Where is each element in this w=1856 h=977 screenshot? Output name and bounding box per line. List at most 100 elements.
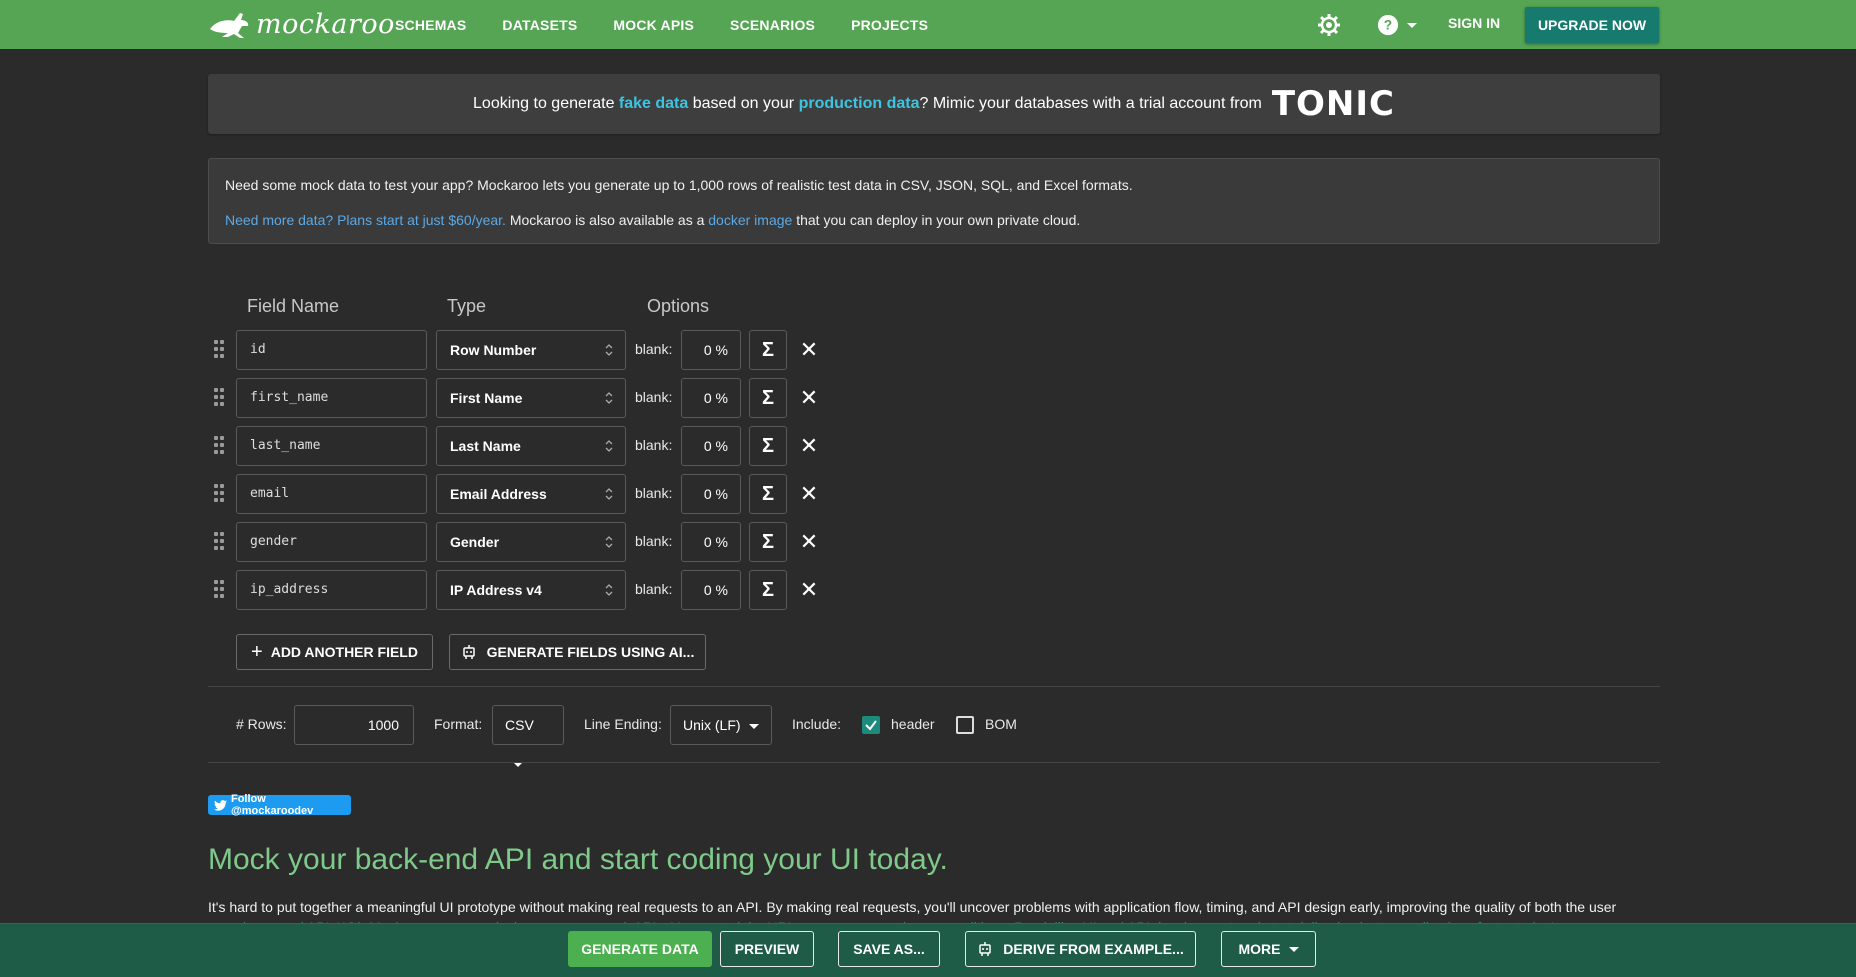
divider-top [208, 686, 1660, 687]
field-type-select[interactable]: First Name [436, 378, 626, 418]
bottom-action-bar: GENERATE DATA PREVIEW SAVE AS... DERIVE … [0, 923, 1856, 977]
blank-percent-input[interactable]: 0 % [681, 570, 741, 610]
derive-from-example-button[interactable]: DERIVE FROM EXAMPLE... [965, 931, 1196, 967]
header-label: header [891, 716, 935, 732]
generate-fields-ai-button[interactable]: GENERATE FIELDS USING AI... [449, 634, 706, 670]
field-row: first_name First Name blank: 0 % Σ ✕ [208, 378, 848, 418]
formula-sigma-button[interactable]: Σ [749, 330, 787, 370]
sort-updown-icon [605, 440, 613, 452]
sign-in-link[interactable]: SIGN IN [1448, 15, 1500, 31]
nav-schemas[interactable]: SCHEMAS [395, 17, 466, 33]
twitter-follow-button[interactable]: Follow @mockaroodev [208, 793, 351, 817]
line-ending-value: Unix (LF) [683, 717, 741, 733]
bom-label: BOM [985, 716, 1017, 732]
blank-percent-input[interactable]: 0 % [681, 522, 741, 562]
info-end: that you can deploy in your own private … [792, 212, 1081, 228]
preview-button[interactable]: PREVIEW [720, 931, 814, 967]
drag-handle-icon[interactable] [214, 580, 226, 600]
chevron-down-icon [1407, 22, 1417, 28]
rows-input[interactable]: 1000 [294, 705, 414, 745]
theme-gear-icon[interactable] [1317, 13, 1341, 37]
delete-field-icon[interactable]: ✕ [798, 579, 820, 601]
format-dropdown[interactable]: CSV [492, 705, 564, 767]
help-menu[interactable]: ? [1377, 13, 1417, 37]
docker-image-link[interactable]: docker image [708, 212, 792, 228]
blank-label: blank: [635, 389, 673, 405]
info-mid: Mockaroo is also available as a [505, 212, 709, 228]
delete-field-icon[interactable]: ✕ [798, 531, 820, 553]
drag-handle-icon[interactable] [214, 340, 226, 360]
drag-handle-icon[interactable] [214, 532, 226, 552]
field-row: last_name Last Name blank: 0 % Σ ✕ [208, 426, 848, 466]
pricing-link[interactable]: Need more data? Plans start at just $60/… [225, 212, 506, 228]
field-name-input[interactable]: ip_address [236, 570, 427, 610]
banner-prefix: Looking to generate [473, 95, 619, 112]
delete-field-icon[interactable]: ✕ [798, 387, 820, 409]
nav-mock-apis[interactable]: MOCK APIS [613, 17, 694, 33]
more-button[interactable]: MORE [1221, 931, 1316, 967]
field-type-select[interactable]: Gender [436, 522, 626, 562]
drag-handle-icon[interactable] [214, 388, 226, 408]
generate-ai-label: GENERATE FIELDS USING AI... [486, 644, 695, 660]
delete-field-icon[interactable]: ✕ [798, 435, 820, 457]
drag-handle-icon[interactable] [214, 484, 226, 504]
nav-projects[interactable]: PROJECTS [851, 17, 928, 33]
more-label: MORE [1238, 941, 1281, 957]
drag-handle-icon[interactable] [214, 436, 226, 456]
blank-percent-input[interactable]: 0 % [681, 474, 741, 514]
blank-percent-input[interactable]: 0 % [681, 330, 741, 370]
formula-sigma-button[interactable]: Σ [749, 426, 787, 466]
blank-label: blank: [635, 533, 673, 549]
plus-icon: + [251, 640, 263, 663]
rows-label: # Rows: [236, 716, 287, 732]
field-type-value: Email Address [450, 486, 547, 502]
col-options: Options [647, 296, 710, 316]
field-name-input[interactable]: email [236, 474, 427, 514]
robot-icon [462, 645, 475, 659]
field-type-value: IP Address v4 [450, 582, 542, 598]
field-type-select[interactable]: Email Address [436, 474, 626, 514]
sort-updown-icon [605, 488, 613, 500]
blank-percent-input[interactable]: 0 % [681, 426, 741, 466]
logo[interactable]: mockaroo [206, 7, 395, 41]
tonic-banner[interactable]: Looking to generate fake data based on y… [208, 74, 1660, 134]
delete-field-icon[interactable]: ✕ [798, 339, 820, 361]
twitter-bird-icon [214, 799, 227, 811]
field-type-select[interactable]: IP Address v4 [436, 570, 626, 610]
upgrade-now-button[interactable]: UPGRADE NOW [1525, 7, 1659, 43]
field-row: id Row Number blank: 0 % Σ ✕ [208, 330, 848, 370]
formula-sigma-button[interactable]: Σ [749, 474, 787, 514]
field-type-select[interactable]: Row Number [436, 330, 626, 370]
help-icon: ? [1377, 14, 1399, 36]
field-name-input[interactable]: gender [236, 522, 427, 562]
divider-bottom [208, 762, 1660, 763]
field-type-select[interactable]: Last Name [436, 426, 626, 466]
field-name-input[interactable]: id [236, 330, 427, 370]
line-ending-dropdown[interactable]: Unix (LF) [670, 705, 772, 745]
logo-text: mockaroo [256, 8, 395, 40]
top-navbar: mockaroo SCHEMAS DATASETS MOCK APIS SCEN… [0, 0, 1856, 49]
nav-datasets[interactable]: DATASETS [502, 17, 577, 33]
field-name-input[interactable]: last_name [236, 426, 427, 466]
add-another-field-button[interactable]: + ADD ANOTHER FIELD [236, 634, 433, 670]
formula-sigma-button[interactable]: Σ [749, 378, 787, 418]
check-icon [865, 720, 877, 731]
header-checkbox[interactable] [862, 716, 880, 734]
generate-data-button[interactable]: GENERATE DATA [568, 931, 712, 967]
formula-sigma-button[interactable]: Σ [749, 570, 787, 610]
caret-down-icon [1288, 946, 1299, 952]
bom-checkbox[interactable] [956, 716, 974, 734]
blank-percent-input[interactable]: 0 % [681, 378, 741, 418]
robot-icon [979, 942, 992, 956]
delete-field-icon[interactable]: ✕ [798, 483, 820, 505]
field-name-input[interactable]: first_name [236, 378, 427, 418]
formula-sigma-button[interactable]: Σ [749, 522, 787, 562]
banner-production-data: production data [798, 95, 920, 112]
field-type-value: Row Number [450, 342, 537, 358]
nav-scenarios[interactable]: SCENARIOS [730, 17, 815, 33]
sort-updown-icon [605, 584, 613, 596]
save-as-button[interactable]: SAVE AS... [838, 931, 940, 967]
blank-label: blank: [635, 437, 673, 453]
format-label: Format: [434, 716, 483, 732]
tonic-logo: TONIC [1271, 84, 1395, 124]
